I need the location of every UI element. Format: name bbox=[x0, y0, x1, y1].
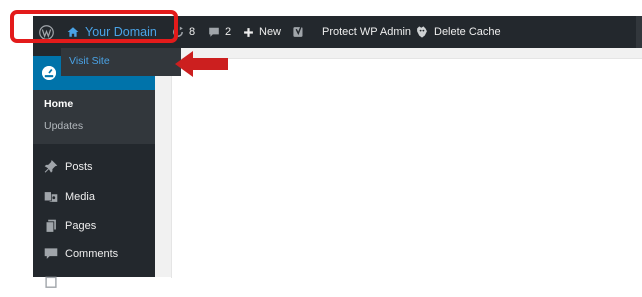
admin-sidebar: Home Updates Posts Media Pages Comments bbox=[33, 48, 155, 288]
pages-icon bbox=[41, 219, 61, 233]
submenu-updates[interactable]: Updates bbox=[44, 120, 83, 132]
new-content-button[interactable]: New bbox=[243, 16, 281, 48]
comments-count: 2 bbox=[225, 26, 232, 38]
sidebar-item-partial[interactable] bbox=[33, 269, 155, 297]
sidebar-item-label: Posts bbox=[65, 161, 93, 173]
sidebar-item-label: Comments bbox=[65, 248, 119, 260]
plus-icon bbox=[244, 27, 253, 37]
protect-wp-admin-button[interactable]: Protect WP Admin bbox=[322, 16, 411, 48]
comments-button[interactable]: 2 bbox=[208, 16, 231, 48]
sidebar-item-comments[interactable]: Comments bbox=[33, 240, 155, 268]
visit-site-link[interactable]: Visit Site bbox=[69, 55, 110, 67]
annotation-arrow-icon bbox=[175, 51, 228, 77]
dashboard-icon bbox=[42, 66, 56, 80]
cache-label: Delete Cache bbox=[434, 26, 501, 38]
new-label: New bbox=[259, 26, 282, 38]
submenu-home[interactable]: Home bbox=[44, 98, 73, 110]
comment-bubble-icon bbox=[209, 27, 219, 37]
cheetah-icon bbox=[417, 26, 427, 38]
sidebar-item-posts[interactable]: Posts bbox=[33, 153, 155, 181]
media-icon bbox=[41, 190, 61, 204]
content-panel bbox=[171, 58, 642, 278]
sidebar-item-media[interactable]: Media bbox=[33, 183, 155, 211]
yoast-seo-button[interactable] bbox=[292, 16, 306, 48]
updates-count: 8 bbox=[189, 26, 196, 38]
sidebar-item-label: Media bbox=[65, 191, 95, 203]
sidebar-item-label: Pages bbox=[65, 220, 97, 232]
dashboard-submenu: Home Updates bbox=[33, 90, 155, 144]
annotation-highlight-box bbox=[10, 10, 178, 43]
pin-icon bbox=[41, 160, 61, 174]
protect-label: Protect WP Admin bbox=[322, 26, 412, 38]
sidebar-item-pages[interactable]: Pages bbox=[33, 212, 155, 240]
screenshot-frame: Your Domain 8 2 New Protect WP Admin Del… bbox=[0, 0, 642, 288]
appearance-icon bbox=[41, 276, 61, 290]
delete-cache-button[interactable]: Delete Cache bbox=[415, 16, 501, 48]
site-name-dropdown: Visit Site bbox=[61, 48, 181, 76]
admin-bar-right-edge bbox=[636, 16, 642, 48]
yoast-icon bbox=[293, 26, 303, 37]
comment-icon bbox=[41, 247, 61, 261]
